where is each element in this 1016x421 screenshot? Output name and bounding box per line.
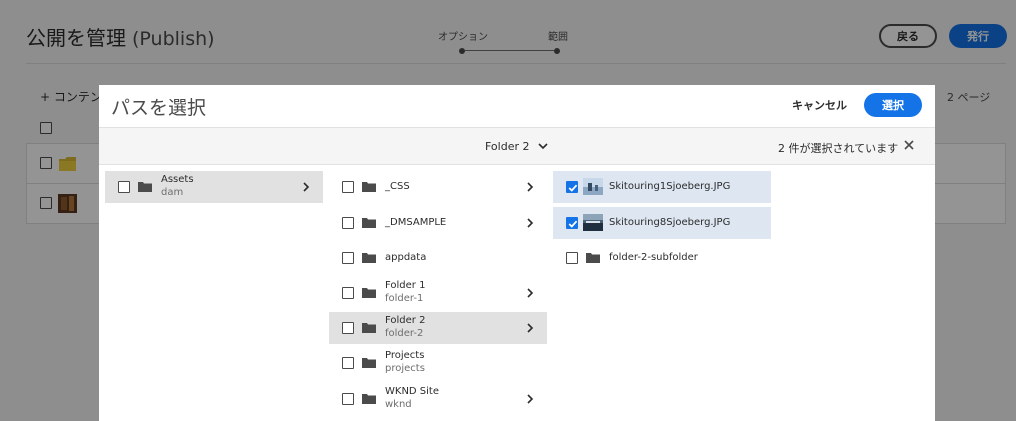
item-path: wknd bbox=[385, 399, 412, 410]
folder-icon bbox=[362, 323, 376, 333]
item-checkbox[interactable] bbox=[118, 181, 130, 193]
folder-icon bbox=[362, 394, 376, 404]
list-item-skitouring1[interactable]: Skitouring1Sjoeberg.JPG bbox=[553, 171, 771, 203]
column-root: Assets dam bbox=[105, 165, 323, 421]
item-checkbox[interactable] bbox=[566, 252, 578, 264]
dialog-header: パスを選択 キャンセル 選択 bbox=[99, 85, 935, 127]
list-item-folder-2-subfolder[interactable]: folder-2-subfolder bbox=[553, 242, 771, 274]
item-checkbox[interactable] bbox=[342, 357, 354, 369]
item-name: Skitouring8Sjoeberg.JPG bbox=[609, 217, 731, 228]
select-button[interactable]: 選択 bbox=[864, 93, 922, 117]
list-item-folder-2[interactable]: Folder 2 folder-2 bbox=[329, 312, 547, 344]
chevron-right-icon bbox=[527, 182, 534, 192]
item-checkbox[interactable] bbox=[342, 287, 354, 299]
list-item-assets[interactable]: Assets dam bbox=[105, 171, 323, 203]
item-name: Folder 2 bbox=[385, 315, 426, 326]
cancel-button[interactable]: キャンセル bbox=[792, 97, 847, 113]
list-item-appdata[interactable]: appdata bbox=[329, 242, 547, 274]
chevron-right-icon bbox=[527, 288, 534, 298]
folder-icon bbox=[362, 182, 376, 192]
checkmark-icon bbox=[568, 220, 578, 228]
image-thumbnail-icon bbox=[583, 178, 603, 195]
column-browser: Assets dam _CSS _DMSAMPLE appdata Folder… bbox=[99, 165, 935, 421]
item-path: dam bbox=[161, 187, 184, 198]
list-item-css[interactable]: _CSS bbox=[329, 171, 547, 203]
item-name: Assets bbox=[161, 174, 194, 185]
list-item-projects[interactable]: Projects projects bbox=[329, 347, 547, 379]
folder-dropdown-label: Folder 2 bbox=[485, 140, 530, 153]
chevron-right-icon bbox=[303, 182, 310, 192]
item-name: folder-2-subfolder bbox=[609, 252, 698, 263]
item-checkbox[interactable] bbox=[342, 217, 354, 229]
chevron-right-icon bbox=[527, 394, 534, 404]
dialog-toolbar: Folder 2 2 件が選択されています bbox=[99, 127, 935, 165]
column-folder-2: Skitouring1Sjoeberg.JPG Skitouring8Sjoeb… bbox=[553, 165, 771, 421]
item-checkbox[interactable] bbox=[342, 181, 354, 193]
item-name: Folder 1 bbox=[385, 280, 426, 291]
item-name: Skitouring1Sjoeberg.JPG bbox=[609, 181, 731, 192]
item-name: Projects bbox=[385, 350, 425, 361]
path-picker-dialog: パスを選択 キャンセル 選択 Folder 2 2 件が選択されています Ass… bbox=[99, 85, 935, 421]
clear-selection-close-icon[interactable] bbox=[902, 138, 916, 152]
item-checkbox[interactable] bbox=[342, 322, 354, 334]
list-item-skitouring8[interactable]: Skitouring8Sjoeberg.JPG bbox=[553, 207, 771, 239]
folder-icon bbox=[362, 288, 376, 298]
item-path: folder-2 bbox=[385, 328, 424, 339]
item-checkbox[interactable] bbox=[342, 252, 354, 264]
item-name: WKND Site bbox=[385, 386, 440, 397]
item-path: folder-1 bbox=[385, 293, 424, 304]
list-item-wknd-site[interactable]: WKND Site wknd bbox=[329, 383, 547, 415]
checkmark-icon bbox=[568, 184, 578, 192]
folder-icon bbox=[138, 182, 152, 192]
item-name: appdata bbox=[385, 252, 427, 263]
column-assets: _CSS _DMSAMPLE appdata Folder 1 folder-1 bbox=[329, 165, 547, 421]
folder-icon bbox=[362, 253, 376, 263]
folder-icon bbox=[362, 358, 376, 368]
folder-icon bbox=[362, 218, 376, 228]
image-thumbnail-icon bbox=[583, 214, 603, 231]
selection-count: 2 件が選択されています bbox=[778, 142, 899, 155]
item-path: projects bbox=[385, 363, 425, 374]
item-checkbox[interactable] bbox=[342, 393, 354, 405]
item-name: _DMSAMPLE bbox=[385, 217, 447, 228]
list-item-dmsample[interactable]: _DMSAMPLE bbox=[329, 207, 547, 239]
list-item-folder-1[interactable]: Folder 1 folder-1 bbox=[329, 277, 547, 309]
dialog-title: パスを選択 bbox=[111, 97, 207, 119]
chevron-down-icon bbox=[537, 143, 548, 150]
item-name: _CSS bbox=[385, 181, 410, 192]
item-checkbox-checked[interactable] bbox=[566, 217, 578, 229]
chevron-right-icon bbox=[527, 323, 534, 333]
chevron-right-icon bbox=[527, 218, 534, 228]
folder-icon bbox=[586, 253, 600, 263]
folder-dropdown[interactable]: Folder 2 bbox=[485, 140, 548, 153]
item-checkbox-checked[interactable] bbox=[566, 181, 578, 193]
